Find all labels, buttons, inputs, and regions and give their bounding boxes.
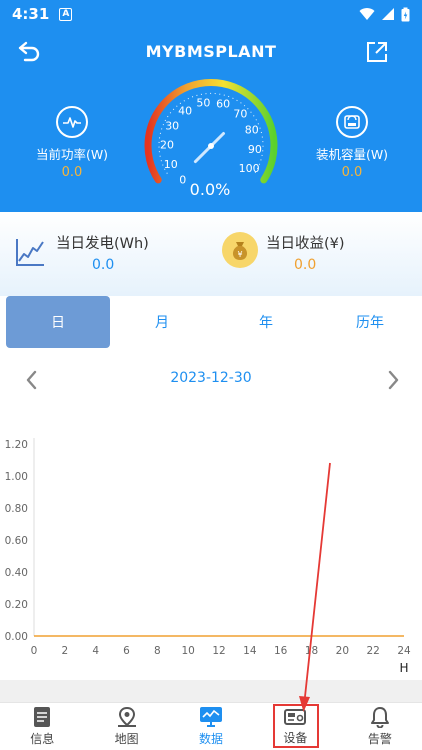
nav-map[interactable]: 地图 xyxy=(84,703,168,750)
chart-y-tick-label: 1.20 xyxy=(5,439,28,451)
tab-month[interactable]: 月 xyxy=(110,296,214,348)
gauge-ticks: 01020304050 60708090100 xyxy=(160,97,262,187)
current-power-metric: 当前功率(W) 0.0 xyxy=(22,106,122,180)
chart-x-tick-label: 4 xyxy=(92,645,99,657)
gauge-tick-label: 100 xyxy=(239,162,260,175)
daily-generation-label: 当日发电(Wh) xyxy=(56,236,149,252)
status-bar: 4:31 A xyxy=(0,0,422,28)
gauge-tick-label: 40 xyxy=(178,104,192,117)
current-power-label: 当前功率(W) xyxy=(35,147,109,162)
nav-data-label: 数据 xyxy=(199,732,224,746)
installed-capacity-metric: 装机容量(W) 0.0 xyxy=(302,106,402,180)
daily-income-label: 当日收益(¥) xyxy=(266,236,345,252)
status-icons xyxy=(359,7,410,22)
gauge-tick-label: 70 xyxy=(233,107,247,120)
energy-summary: 当日发电(Wh) 0.0 ¥ 当日收益(¥) 0.0 xyxy=(0,212,422,296)
chart-x-tick-label: 8 xyxy=(154,645,161,657)
notification-icon: A xyxy=(59,7,73,21)
chart-y-tick-label: 0.60 xyxy=(5,535,28,547)
gauge-tick-label: 60 xyxy=(216,98,230,111)
daily-generation: 当日发电(Wh) 0.0 xyxy=(14,232,149,273)
svg-text:¥: ¥ xyxy=(237,250,242,259)
chart-y-tick-label: 0.40 xyxy=(5,567,28,579)
generation-chart: 0.000.200.400.600.801.001.200 2 4 6 8 10 12 14 1… xyxy=(5,438,411,675)
nav-alarm-label: 告警 xyxy=(367,732,392,746)
tab-day[interactable]: 日 xyxy=(6,296,110,348)
map-pin-icon xyxy=(117,706,136,727)
chart-y-tick-label: 1.00 xyxy=(5,471,28,483)
chart-y-tick-label: 0.00 xyxy=(5,631,28,643)
chart-x-tick-label: 24 xyxy=(397,645,411,657)
gauge-tick-label: 90 xyxy=(248,143,262,156)
chart-x-unit: H xyxy=(399,661,408,675)
waveform-icon xyxy=(56,106,88,138)
gauge-tick-label: 80 xyxy=(245,124,259,137)
wifi-icon xyxy=(359,8,375,20)
chart-x-tick-label: 20 xyxy=(336,645,349,657)
date-navigator: 2023-12-30 xyxy=(0,360,422,400)
money-bag-icon: ¥ xyxy=(222,232,258,268)
plant-title: MYBMSPLANT xyxy=(145,42,277,61)
battery-icon xyxy=(401,7,410,21)
chart-x-tick-label: 14 xyxy=(243,645,257,657)
nav-alarm[interactable]: 告警 xyxy=(338,703,422,750)
status-time: 4:31 xyxy=(12,5,50,23)
nav-info[interactable]: 信息 xyxy=(0,703,84,750)
document-icon xyxy=(34,707,51,727)
share-button[interactable] xyxy=(362,38,392,66)
gauge-percent: 0.0% xyxy=(189,180,231,199)
installed-capacity-value: 0.0 xyxy=(341,165,363,180)
capacity-icon xyxy=(336,106,368,138)
chart-x-tick-label: 16 xyxy=(274,645,288,657)
selected-date[interactable]: 2023-12-30 xyxy=(0,370,422,386)
nav-map-label: 地图 xyxy=(114,732,139,746)
tab-all-years[interactable]: 历年 xyxy=(318,296,422,348)
chart-x-tick-label: 6 xyxy=(123,645,130,657)
bell-icon xyxy=(370,707,389,728)
nav-data[interactable]: 数据 xyxy=(169,693,253,750)
bottom-navigation: 信息 地图 数据 设备 告警 xyxy=(0,693,422,750)
daily-income: ¥ 当日收益(¥) 0.0 xyxy=(222,232,345,273)
chart-y-tick-label: 0.20 xyxy=(5,599,28,611)
daily-generation-value: 0.0 xyxy=(92,257,115,273)
signal-icon xyxy=(382,8,394,20)
chart-footer-band xyxy=(0,680,422,704)
share-icon xyxy=(367,42,387,62)
current-power-value: 0.0 xyxy=(61,165,83,180)
nav-info-label: 信息 xyxy=(30,732,55,746)
chevron-right-icon[interactable] xyxy=(381,368,405,392)
device-highlight-box xyxy=(273,704,319,748)
gauge-tick-label: 30 xyxy=(165,119,179,132)
chart-x-tick-label: 12 xyxy=(212,645,225,657)
tab-year[interactable]: 年 xyxy=(214,296,318,348)
chart-x-tick-label: 22 xyxy=(366,645,379,657)
line-chart-icon xyxy=(16,239,44,266)
chart-x-tick-label: 18 xyxy=(305,645,318,657)
chart-y-tick-label: 0.80 xyxy=(5,503,28,515)
chart-x-tick-label: 10 xyxy=(181,645,194,657)
gauge-tick-label: 20 xyxy=(160,139,174,152)
period-tabs: 日 月 年 历年 xyxy=(6,296,422,348)
gauge-tick-label: 50 xyxy=(196,97,210,110)
gauge-needle xyxy=(193,132,225,164)
chart-x-tick-label: 0 xyxy=(31,645,38,657)
plant-header: MYBMSPLANT 当前功率(W) 0.0 装机容量(W) 0.0 0 10 … xyxy=(0,28,422,212)
installed-capacity-label: 装机容量(W) xyxy=(315,147,389,162)
daily-income-value: 0.0 xyxy=(294,257,317,273)
gauge-tick-label: 10 xyxy=(164,158,178,171)
monitor-chart-icon xyxy=(200,707,223,727)
chart-x-tick-label: 2 xyxy=(61,645,68,657)
